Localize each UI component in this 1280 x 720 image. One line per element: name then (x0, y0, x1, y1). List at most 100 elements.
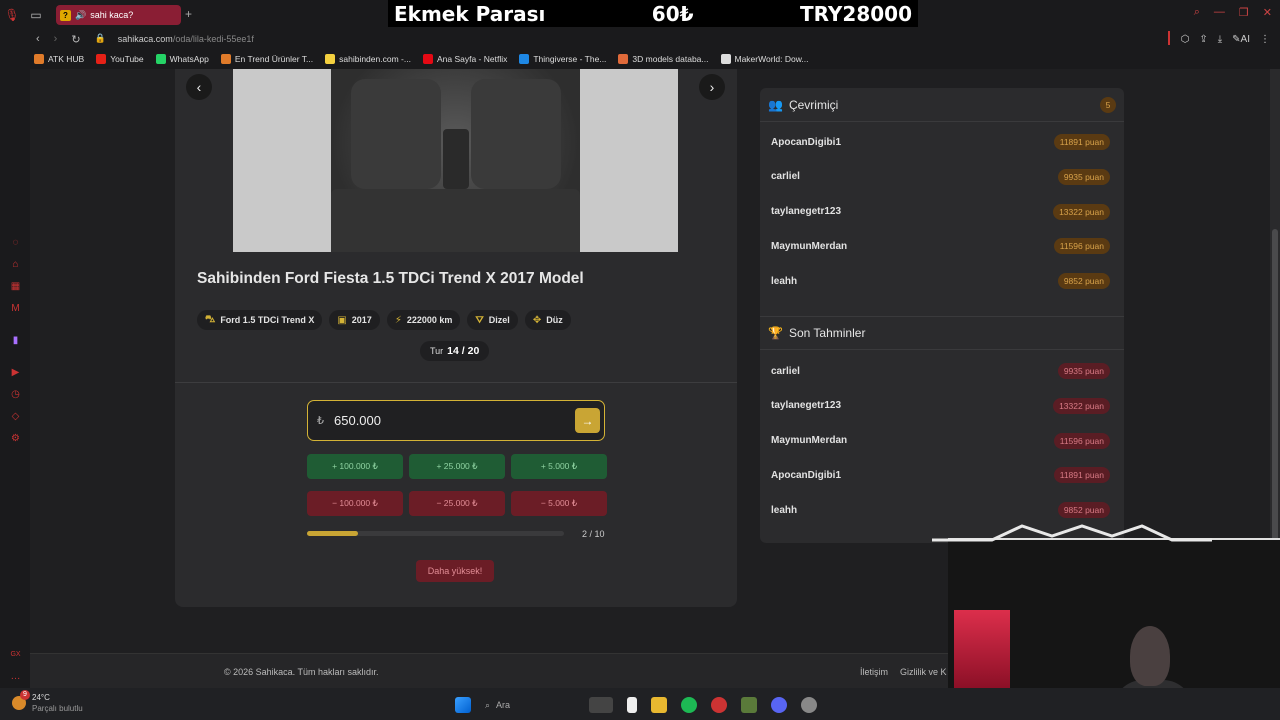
bookmark-label: En Trend Ürünler T... (234, 54, 314, 64)
bookmark-item[interactable]: En Trend Ürünler T... (220, 54, 314, 64)
bookmark-item[interactable]: YouTube (96, 54, 144, 64)
microphone-icon[interactable]: 🎙 (0, 0, 24, 29)
browser-tab-active[interactable]: ? 🔊 sahi kaca? (56, 5, 181, 25)
speed-dial-icon[interactable]: ◌ (10, 237, 21, 248)
increase-button[interactable]: + 25.000 ₺ (409, 454, 505, 479)
points-badge: 11891 puan (1053, 467, 1110, 484)
bookmark-item[interactable]: ATK HUB (34, 54, 84, 64)
recent-title: Son Tahminler (788, 326, 866, 340)
taskbar-search[interactable]: ⌕ Ara (485, 696, 575, 714)
tab-favicon-icon: ? (60, 9, 71, 21)
task-view-icon[interactable] (627, 697, 637, 713)
widgets-icon[interactable] (589, 697, 613, 713)
user-row: MaymunMerdan 11596 puan (770, 229, 1116, 263)
restore-icon[interactable]: ❐ (1239, 6, 1249, 19)
ai-label: AI (1240, 33, 1250, 45)
back-icon[interactable]: ‹ (36, 33, 40, 46)
download-icon[interactable]: ⤓ (1218, 34, 1222, 45)
messenger-icon[interactable]: M (10, 303, 21, 314)
ai-icon[interactable]: ✎AI (1232, 34, 1250, 45)
online-title: Çevrimiçi (788, 97, 839, 112)
points-badge: 9852 puan (1057, 502, 1110, 518)
speaker-icon[interactable]: 🔊 (75, 10, 86, 21)
increase-button[interactable]: + 5.000 ₺ (511, 454, 607, 479)
bookmark-item[interactable]: MakerWorld: Dow... (720, 54, 809, 64)
bookmark-label: WhatsApp (169, 54, 209, 64)
bookmark-label: YouTube (110, 54, 144, 64)
scrollbar-thumb[interactable] (1272, 229, 1278, 589)
photo-rear-seat (331, 189, 580, 252)
increase-button[interactable]: + 100.000 ₺ (307, 454, 403, 479)
file-explorer-icon[interactable] (651, 697, 667, 713)
close-icon[interactable]: ✕ (1263, 6, 1272, 19)
extensions-icon[interactable]: ⬡ (1181, 34, 1190, 45)
twitch-icon[interactable]: ▮ (10, 335, 21, 346)
tab-title: sahi kaca? (90, 10, 134, 20)
user-row: taylanegetr123 13322 puan (770, 195, 1116, 229)
new-tab-icon[interactable]: + (185, 7, 192, 21)
minimize-icon[interactable]: — (1214, 6, 1225, 19)
user-row: leahh 9852 puan (770, 264, 1116, 298)
player-icon[interactable]: ▶ (10, 367, 21, 378)
gaming-icon[interactable]: ▦ (10, 281, 21, 292)
share-icon[interactable]: ⇪ (1199, 34, 1207, 45)
online-count-badge: 5 (1100, 97, 1116, 113)
bookmark-item[interactable]: sahibinden.com -... (325, 54, 411, 64)
points-badge: 9935 puan (1057, 363, 1110, 379)
opera-gx-icon[interactable] (711, 697, 727, 713)
footer-link-privacy[interactable]: Gizlilik ve K (900, 667, 947, 677)
decrease-button[interactable]: − 5.000 ₺ (511, 491, 607, 516)
spec-chip: ⛛ Dizel (467, 310, 518, 330)
price-guess-input[interactable] (334, 413, 554, 428)
webcam-frame-decoration (932, 524, 1212, 542)
listing-specs: ⛍ Ford 1.5 TDCi Trend X ▣ 2017 ⚡ 222000 km ⛛ Di… (197, 310, 571, 330)
user-row: carliel 9935 puan (770, 160, 1116, 194)
spotify-icon[interactable] (681, 697, 697, 713)
decrease-button[interactable]: − 100.000 ₺ (307, 491, 403, 516)
photo-seat-left (351, 79, 441, 189)
workspaces-icon[interactable]: ▭ (24, 0, 48, 29)
notification-badge: 9 (20, 690, 30, 700)
weather-temp: 24°C (32, 693, 50, 702)
discord-icon[interactable] (771, 697, 787, 713)
bookmark-favicon-icon (519, 54, 530, 64)
windows-start-icon[interactable] (455, 697, 471, 713)
bookmark-item[interactable]: WhatsApp (155, 54, 209, 64)
gx-icon[interactable]: GX (10, 649, 21, 660)
search-tabs-icon[interactable]: ⌕ (1194, 6, 1200, 19)
bookmark-favicon-icon (618, 54, 629, 64)
url-field[interactable]: sahikaca.com/oda/lila-kedi-55ee1f (118, 34, 254, 44)
overlay-amount: 60₺ (651, 1, 694, 26)
increase-buttons: + 100.000 ₺ + 25.000 ₺ + 5.000 ₺ (307, 454, 607, 479)
decrease-button[interactable]: − 25.000 ₺ (409, 491, 505, 516)
weather-widget[interactable]: 9 24°C Parçalı bulutlu (12, 690, 83, 714)
bookmark-item[interactable]: Thingiverse - The... (519, 54, 606, 64)
listing-title: Sahibinden Ford Fiesta 1.5 TDCi Trend X … (197, 270, 584, 287)
bookmark-icon[interactable]: ◇ (10, 411, 21, 422)
forward-icon[interactable]: › (54, 33, 58, 46)
next-photo-button[interactable]: › (699, 74, 725, 100)
calendar-icon: ▣ (337, 314, 347, 326)
minecraft-icon[interactable] (741, 697, 757, 713)
app-icon[interactable] (801, 697, 817, 713)
username: taylanegetr123 (771, 206, 842, 217)
car-icon: ⛍ (205, 313, 216, 325)
bookmark-item[interactable]: 3D models databa... (618, 54, 709, 64)
url-domain: sahikaca.com (117, 34, 173, 44)
footer-link-contact[interactable]: İletişim (860, 667, 888, 677)
prev-photo-button[interactable]: ‹ (186, 74, 212, 100)
photo-console (443, 129, 469, 189)
user-row: carliel 9935 puan (770, 354, 1116, 388)
bookmark-item[interactable]: Ana Sayfa - Netflix (422, 54, 507, 64)
settings-icon[interactable]: ⚙ (10, 433, 21, 444)
reload-icon[interactable]: ↻ (71, 33, 80, 46)
users-icon: 👥 (768, 97, 783, 112)
menu-icon[interactable]: ⋮ (1260, 34, 1270, 45)
photo-seat-right (471, 79, 561, 189)
bookmark-favicon-icon (34, 54, 44, 64)
submit-guess-button[interactable]: → (575, 408, 600, 433)
more-icon[interactable]: … (10, 671, 21, 682)
bag-icon[interactable]: ⌂ (10, 259, 21, 270)
history-icon[interactable]: ◷ (10, 389, 21, 400)
spec-chip-label: 2017 (351, 315, 372, 325)
